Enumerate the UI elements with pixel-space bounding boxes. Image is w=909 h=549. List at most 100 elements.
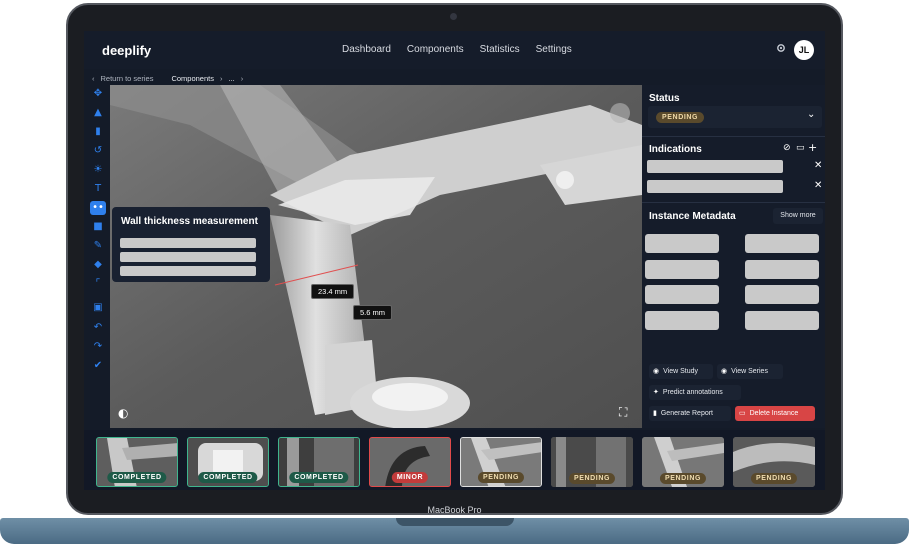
thumbnail-status-badge: PENDING — [659, 473, 707, 484]
metadata-field — [645, 234, 719, 253]
measurement-placeholder-bar — [120, 252, 256, 262]
metadata-field — [645, 285, 719, 304]
image-viewer[interactable]: Wall thickness measurement 23.4 mm 5.6 m… — [110, 85, 642, 428]
ruler-icon[interactable]: ■ — [90, 220, 106, 234]
close-icon[interactable]: ✕ — [814, 160, 822, 171]
tool-sidebar: ✥ ▲ ▮ ↺ ☀ T •• ■ ✎ ◆ ⌜ ▣ ↶ ↷ ✔ — [88, 87, 108, 432]
nav-statistics[interactable]: Statistics — [480, 44, 520, 55]
app-logo[interactable]: deeplify — [102, 43, 151, 58]
thumbnail-status-badge: COMPLETED — [198, 472, 258, 483]
chevron-left-icon[interactable]: ‹ — [92, 74, 95, 83]
chevron-right-icon: › — [240, 73, 244, 83]
rotate-icon[interactable]: ↺ — [90, 144, 106, 158]
check-icon[interactable]: ✔ — [90, 359, 106, 373]
metadata-field — [745, 260, 819, 279]
redo-icon[interactable]: ↷ — [90, 340, 106, 354]
breadcrumb: ‹ Return to series Components › ... › — [92, 71, 243, 85]
measure-tool-icon[interactable]: •• — [90, 201, 106, 215]
view-study-label: View Study — [663, 368, 698, 375]
generate-report-button[interactable]: ▮ Generate Report — [649, 406, 731, 421]
undo-icon[interactable]: ↶ — [90, 321, 106, 335]
status-badge: PENDING — [656, 112, 705, 123]
eye-icon: ◉ — [721, 368, 728, 375]
thumbnail-status-badge: PENDING — [568, 473, 616, 484]
folder-icon[interactable]: ▮ — [90, 125, 106, 139]
nav-settings[interactable]: Settings — [536, 44, 572, 55]
invert-icon[interactable]: ◐ — [118, 406, 128, 420]
brightness-icon[interactable]: ☀ — [90, 163, 106, 177]
view-series-label: View Series — [731, 368, 768, 375]
breadcrumb-current[interactable]: Components — [171, 74, 214, 83]
view-series-button[interactable]: ◉ View Series — [717, 364, 783, 379]
thumbnail-status-badge: COMPLETED — [107, 472, 167, 483]
thumbnail[interactable]: COMPLETED — [278, 437, 360, 487]
eye-off-icon[interactable]: ⊘ — [783, 143, 791, 153]
status-select[interactable]: PENDING ⌄ — [648, 106, 822, 128]
thumbnail[interactable]: PENDING — [551, 437, 633, 487]
right-panel: Status PENDING ⌄ Indications ⊘ ▭ + ✕ ✕ I… — [642, 85, 825, 428]
device-label: MacBook Pro — [427, 505, 482, 515]
nav-dashboard[interactable]: Dashboard — [342, 44, 391, 55]
breadcrumb-ellipsis[interactable]: ... — [228, 74, 234, 83]
thumbnail-status-badge: COMPLETED — [289, 472, 349, 483]
document-icon: ▮ — [653, 410, 657, 417]
move-icon[interactable]: ✥ — [90, 87, 106, 101]
thumbnail-status-badge: MINOR — [391, 472, 429, 483]
thumbnail[interactable]: COMPLETED — [187, 437, 269, 487]
thumbnail[interactable]: PENDING — [460, 437, 542, 487]
predict-annotations-button[interactable]: ✦ Predict annotations — [649, 385, 741, 400]
thumbnail[interactable]: COMPLETED — [96, 437, 178, 487]
measurement-label[interactable]: 5.6 mm — [353, 305, 393, 320]
sparkle-icon: ✦ — [653, 389, 659, 396]
crop-icon[interactable]: ⌜ — [90, 277, 106, 291]
text-tool-icon[interactable]: T — [90, 182, 106, 196]
thumbnail[interactable]: PENDING — [733, 437, 815, 487]
chevron-right-icon: › — [219, 73, 223, 83]
trash-icon[interactable]: ▭ — [796, 143, 805, 153]
generate-report-label: Generate Report — [660, 410, 714, 417]
brush-icon[interactable]: ✎ — [90, 239, 106, 253]
metadata-field — [645, 311, 719, 330]
add-icon[interactable]: + — [808, 141, 817, 154]
delete-instance-button[interactable]: ▭ Delete Instance — [735, 406, 815, 421]
fullscreen-icon[interactable]: ⛶ — [619, 405, 627, 420]
close-icon[interactable]: ✕ — [814, 180, 822, 191]
camera — [450, 13, 457, 20]
view-study-button[interactable]: ◉ View Study — [649, 364, 713, 379]
warning-icon[interactable]: ▲ — [90, 106, 106, 120]
lock-icon[interactable]: ▣ — [90, 301, 106, 315]
eye-icon: ◉ — [653, 368, 660, 375]
eraser-icon[interactable]: ◆ — [90, 258, 106, 272]
breadcrumb-back[interactable]: Return to series — [101, 74, 154, 83]
metadata-field — [745, 234, 819, 253]
filmstrip: COMPLETED COMPLETED COMPLETED MINOR PEND… — [84, 430, 825, 490]
divider — [642, 202, 825, 203]
thumbnail-status-badge: PENDING — [477, 472, 525, 483]
show-more-button[interactable]: Show more — [773, 208, 823, 224]
measurement-panel-title: Wall thickness measurement — [121, 216, 258, 227]
main-nav: Dashboard Components Statistics Settings — [342, 44, 572, 55]
status-title: Status — [649, 93, 680, 104]
measurement-placeholder-bar — [120, 238, 256, 248]
metadata-title: Instance Metadata — [649, 211, 736, 222]
metadata-field — [745, 285, 819, 304]
metadata-field — [745, 311, 819, 330]
indications-title: Indications — [649, 144, 702, 155]
thumbnail[interactable]: PENDING — [642, 437, 724, 487]
nav-components[interactable]: Components — [407, 44, 464, 55]
predict-annotations-label: Predict annotations — [662, 389, 723, 396]
gear-icon[interactable] — [775, 42, 787, 54]
delete-instance-label: Delete Instance — [749, 410, 799, 417]
metadata-field — [645, 260, 719, 279]
thumbnail[interactable]: MINOR — [369, 437, 451, 487]
top-bar: deeplify Dashboard Components Statistics… — [84, 31, 825, 69]
avatar[interactable]: JL — [794, 40, 814, 60]
measurement-label[interactable]: 23.4 mm — [311, 284, 355, 299]
divider — [642, 136, 825, 137]
trash-icon: ▭ — [739, 410, 746, 417]
indication-item[interactable] — [647, 160, 783, 173]
laptop-base — [0, 518, 909, 544]
measurement-panel: Wall thickness measurement — [112, 207, 270, 282]
indication-item[interactable] — [647, 180, 783, 193]
chevron-down-icon: ⌄ — [807, 109, 816, 120]
